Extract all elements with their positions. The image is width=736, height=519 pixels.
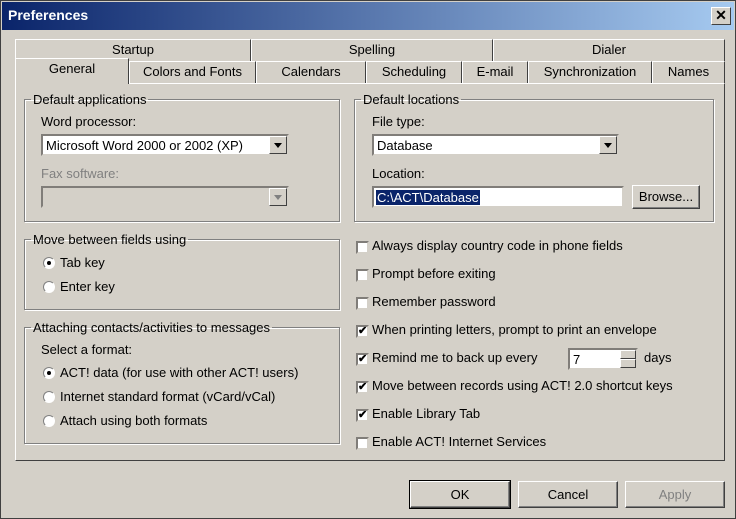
both-formats-radio[interactable] <box>43 415 55 427</box>
envelope-label[interactable]: When printing letters, prompt to print a… <box>372 322 657 337</box>
remember-password-label[interactable]: Remember password <box>372 294 496 309</box>
location-value: C:\ACT\Database <box>376 190 480 205</box>
file-type-select[interactable]: Database <box>372 134 619 156</box>
backup-days-spinner[interactable]: 7 <box>568 348 638 370</box>
tab-spelling[interactable]: Spelling <box>251 39 493 61</box>
chevron-down-icon[interactable] <box>599 136 617 154</box>
days-label: days <box>644 350 672 365</box>
close-icon[interactable]: ✕ <box>711 7 731 25</box>
chevron-down-icon[interactable] <box>269 188 287 206</box>
checkbox-envelope[interactable]: ✔ <box>356 325 369 338</box>
location-input[interactable]: C:\ACT\Database <box>372 186 624 208</box>
word-processor-value: Microsoft Word 2000 or 2002 (XP) <box>46 138 244 153</box>
tab-general[interactable]: General <box>15 58 129 84</box>
checkbox-remember-password[interactable] <box>356 297 369 310</box>
backup-label[interactable]: Remind me to back up every <box>372 350 537 365</box>
internet-standard-radio[interactable] <box>43 391 55 403</box>
checkbox-backup[interactable]: ✔ <box>356 353 369 366</box>
checkbox-country-code[interactable] <box>356 241 369 254</box>
checkbox-internet-services[interactable] <box>356 437 369 450</box>
shortcut-keys-label[interactable]: Move between records using ACT! 2.0 shor… <box>372 378 673 393</box>
spin-up-icon[interactable] <box>620 350 636 359</box>
act-data-label[interactable]: ACT! data (for use with other ACT! users… <box>60 365 298 380</box>
word-processor-label: Word processor: <box>41 114 137 129</box>
default-applications-legend: Default applications <box>33 92 147 107</box>
tab-names[interactable]: Names <box>652 61 725 83</box>
enter-key-label[interactable]: Enter key <box>60 279 115 294</box>
enter-key-radio[interactable] <box>43 281 55 293</box>
file-type-value: Database <box>377 138 433 153</box>
library-tab-label[interactable]: Enable Library Tab <box>372 406 480 421</box>
preferences-window: Preferences ✕ Startup Spelling Dialer Ge… <box>0 0 736 519</box>
act-data-radio[interactable] <box>43 367 55 379</box>
both-formats-label[interactable]: Attach using both formats <box>60 413 207 428</box>
title-bar[interactable]: Preferences ✕ <box>2 2 734 30</box>
fax-software-select[interactable] <box>41 186 289 208</box>
apply-button[interactable]: Apply <box>625 481 725 508</box>
checkbox-shortcut-keys[interactable]: ✔ <box>356 381 369 394</box>
tab-scheduling[interactable]: Scheduling <box>366 61 462 83</box>
fax-software-label: Fax software: <box>41 166 120 181</box>
window-title: Preferences <box>8 7 89 23</box>
location-label: Location: <box>372 166 425 181</box>
default-locations-legend: Default locations <box>363 92 460 107</box>
attaching-legend: Attaching contacts/activities to message… <box>33 320 271 335</box>
ok-button[interactable]: OK <box>409 480 511 509</box>
backup-days-value: 7 <box>573 352 581 367</box>
browse-button[interactable]: Browse... <box>632 185 700 209</box>
prompt-exiting-label[interactable]: Prompt before exiting <box>372 266 496 281</box>
tab-key-label[interactable]: Tab key <box>60 255 105 270</box>
spin-down-icon[interactable] <box>620 359 636 368</box>
checkbox-prompt-exiting[interactable] <box>356 269 369 282</box>
tab-colors-and-fonts[interactable]: Colors and Fonts <box>129 61 256 83</box>
select-format-label: Select a format: <box>41 342 133 357</box>
move-between-fields-group: Move between fields using <box>24 232 340 310</box>
general-tab-panel: Default applications Word processor: Mic… <box>15 83 725 461</box>
checkbox-library-tab[interactable]: ✔ <box>356 409 369 422</box>
internet-services-label[interactable]: Enable ACT! Internet Services <box>372 434 546 449</box>
chevron-down-icon[interactable] <box>269 136 287 154</box>
move-between-fields-legend: Move between fields using <box>33 232 187 247</box>
tab-dialer[interactable]: Dialer <box>493 39 725 61</box>
tab-key-radio[interactable] <box>43 257 55 269</box>
tab-calendars[interactable]: Calendars <box>256 61 366 83</box>
cancel-button[interactable]: Cancel <box>518 481 618 508</box>
word-processor-select[interactable]: Microsoft Word 2000 or 2002 (XP) <box>41 134 289 156</box>
country-code-label[interactable]: Always display country code in phone fie… <box>372 238 623 253</box>
file-type-label: File type: <box>372 114 425 129</box>
tab-email[interactable]: E-mail <box>462 61 528 83</box>
internet-standard-label[interactable]: Internet standard format (vCard/vCal) <box>60 389 275 404</box>
tab-synchronization[interactable]: Synchronization <box>528 61 652 83</box>
